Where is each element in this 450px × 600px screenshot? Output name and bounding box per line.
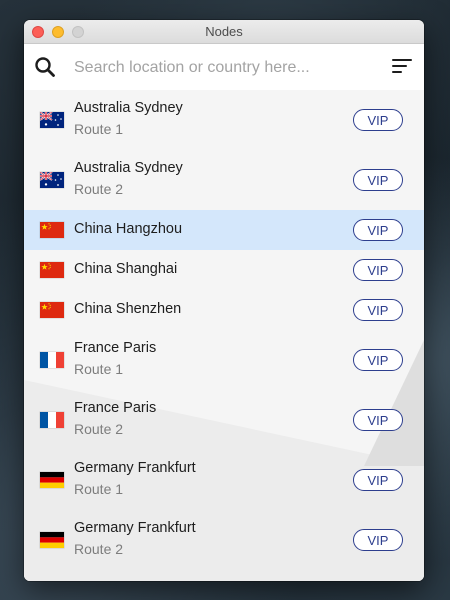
node-row[interactable]: France Paris Route 2 VIP	[24, 390, 424, 450]
node-name: France Paris	[74, 400, 157, 416]
nodes-window: Nodes Australia SydneyRoute 1VIPAustrali…	[24, 20, 424, 581]
node-row[interactable]: China Shanghai VIP	[24, 250, 424, 290]
node-route: Route 1	[74, 481, 124, 497]
germany-flag-icon	[40, 472, 64, 488]
node-name: China Hangzhou	[74, 221, 183, 237]
china-flag-icon	[40, 302, 64, 318]
search-icon	[35, 57, 55, 77]
title-bar: Nodes	[24, 20, 424, 44]
germany-flag-icon	[40, 532, 64, 548]
node-route: Route 1	[74, 361, 124, 377]
search-input[interactable]	[72, 54, 366, 82]
node-row[interactable]: Germany Frankfurt Route 1 VIP	[24, 450, 424, 510]
node-row[interactable]: France Paris Route 1 VIP	[24, 330, 424, 390]
vip-badge-button[interactable]: VIP	[353, 259, 403, 281]
node-route: Route 2	[74, 541, 124, 557]
node-name: Germany Frankfurt	[74, 520, 196, 536]
china-flag-icon	[40, 222, 64, 238]
node-name: China Shanghai	[74, 261, 178, 277]
vip-badge-button[interactable]: VIP	[353, 349, 403, 371]
vip-badge-button[interactable]: VIP	[353, 169, 403, 191]
node-route: Route 2	[74, 181, 124, 197]
node-route: Route 2	[74, 421, 124, 437]
node-row[interactable]: China Shenzhen VIP	[24, 290, 424, 330]
australia-flag-icon	[40, 112, 64, 128]
vip-badge-button[interactable]: VIP	[353, 109, 403, 131]
node-route: Route 1	[74, 121, 124, 137]
node-list[interactable]: Australia Sydney Route 1 VIP Australia Sydn…	[24, 90, 424, 581]
vip-badge-button[interactable]: VIP	[353, 529, 403, 551]
node-row[interactable]: China Hangzhou VIP	[24, 210, 424, 250]
node-row[interactable]: Australia Sydney Route 1 VIP	[24, 90, 424, 150]
vip-badge-button[interactable]: VIP	[353, 409, 403, 431]
node-rows: Australia Sydney Route 1 VIP Australia Sydn…	[24, 90, 424, 570]
node-row[interactable]: Australia Sydney Route 2 VIP	[24, 150, 424, 210]
search-bar	[24, 44, 424, 91]
vip-badge-button[interactable]: VIP	[353, 469, 403, 491]
window-title: Nodes	[205, 24, 243, 39]
france-flag-icon	[40, 412, 64, 428]
node-name: Germany Frankfurt	[74, 460, 196, 476]
node-name: Australia Sydney	[74, 160, 183, 176]
sort-icon[interactable]	[392, 59, 412, 75]
china-flag-icon	[40, 262, 64, 278]
france-flag-icon	[40, 352, 64, 368]
vip-badge-button[interactable]: VIP	[353, 219, 403, 241]
australia-flag-icon	[40, 172, 64, 188]
node-row[interactable]: Germany Frankfurt Route 2 VIP	[24, 510, 424, 570]
vip-badge-button[interactable]: VIP	[353, 299, 403, 321]
node-name: China Shenzhen	[74, 301, 182, 317]
node-name: France Paris	[74, 340, 157, 356]
node-name: Australia Sydney	[74, 100, 183, 116]
